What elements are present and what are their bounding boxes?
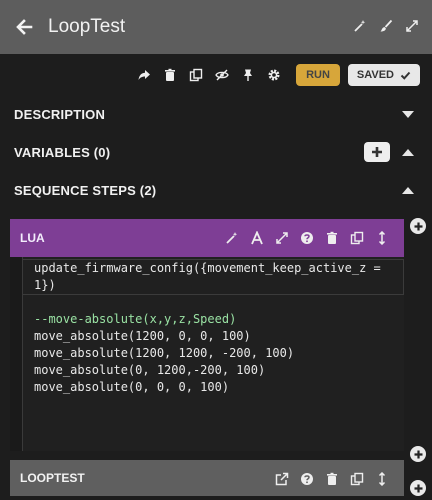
help-icon[interactable]: [299, 230, 315, 246]
looptest-step-card[interactable]: LOOPTEST: [10, 460, 404, 496]
arrow-left-icon: [16, 19, 33, 35]
lua-step-label: LUA: [20, 231, 45, 245]
add-step-button[interactable]: [410, 218, 426, 234]
expand-icon[interactable]: [404, 18, 420, 34]
code-line: 1}): [34, 278, 56, 292]
variables-label: VARIABLES (0): [14, 144, 111, 160]
code-comment-line: --move-absolute(x,y,z,Speed): [34, 312, 237, 326]
run-button[interactable]: RUN: [296, 64, 340, 86]
code-line: move_absolute(1200, 0, 0, 100): [34, 329, 251, 343]
share-icon[interactable]: [136, 67, 152, 83]
copy-icon[interactable]: [349, 230, 365, 246]
plus-icon: [372, 147, 382, 157]
paintbrush-icon[interactable]: [378, 18, 394, 34]
code-line: move_absolute(0, 0, 0, 100): [34, 380, 230, 394]
copy-icon[interactable]: [349, 471, 365, 487]
lua-step-header[interactable]: LUA: [10, 219, 404, 257]
drag-handle-icon[interactable]: [374, 230, 390, 246]
sequence-steps-section-header[interactable]: SEQUENCE STEPS (2): [0, 172, 432, 208]
back-button[interactable]: [0, 0, 48, 54]
eye-slash-icon[interactable]: [214, 67, 230, 83]
saved-button[interactable]: SAVED: [347, 64, 420, 86]
code-line: move_absolute(0, 1200,-200, 100): [34, 363, 266, 377]
variables-section-header[interactable]: VARIABLES (0): [0, 134, 432, 170]
sequence-toolbar: RUN SAVED: [126, 62, 420, 88]
plus-icon: [414, 450, 422, 458]
code-line: move_absolute(1200, 1200, -200, 100): [34, 346, 295, 360]
expand-icon[interactable]: [274, 230, 290, 246]
font-icon[interactable]: [249, 230, 265, 246]
sequence-steps-label: SEQUENCE STEPS (2): [14, 182, 157, 198]
description-section-header[interactable]: DESCRIPTION: [0, 96, 432, 132]
chevron-up-icon: [402, 186, 414, 194]
page-title: LoopTest: [48, 16, 126, 37]
chevron-up-icon: [402, 148, 414, 156]
help-icon[interactable]: [299, 471, 315, 487]
copy-icon[interactable]: [188, 67, 204, 83]
pin-icon[interactable]: [240, 67, 256, 83]
magic-wand-icon[interactable]: [224, 230, 240, 246]
code-line: update_firmware_config({movement_keep_ac…: [34, 261, 381, 275]
trash-icon[interactable]: [162, 67, 178, 83]
chevron-down-icon: [402, 110, 414, 118]
add-variable-button[interactable]: [364, 142, 390, 162]
plus-icon: [414, 484, 422, 492]
gear-icon[interactable]: [266, 67, 282, 83]
trash-icon[interactable]: [324, 230, 340, 246]
description-label: DESCRIPTION: [14, 106, 106, 122]
magic-wand-icon[interactable]: [352, 18, 368, 34]
add-step-button[interactable]: [410, 446, 426, 462]
saved-label: SAVED: [356, 69, 394, 81]
plus-icon: [414, 222, 422, 230]
external-link-icon[interactable]: [274, 471, 290, 487]
lua-step-card: LUA update_firmware_config({movement_kee…: [10, 219, 404, 451]
lua-code-editor[interactable]: update_firmware_config({movement_keep_ac…: [22, 257, 404, 451]
title-bar: LoopTest: [0, 0, 432, 54]
checkmark-icon: [400, 71, 411, 80]
drag-handle-icon[interactable]: [374, 471, 390, 487]
trash-icon[interactable]: [324, 471, 340, 487]
add-step-button[interactable]: [410, 480, 426, 496]
looptest-step-label: LOOPTEST: [20, 471, 85, 485]
